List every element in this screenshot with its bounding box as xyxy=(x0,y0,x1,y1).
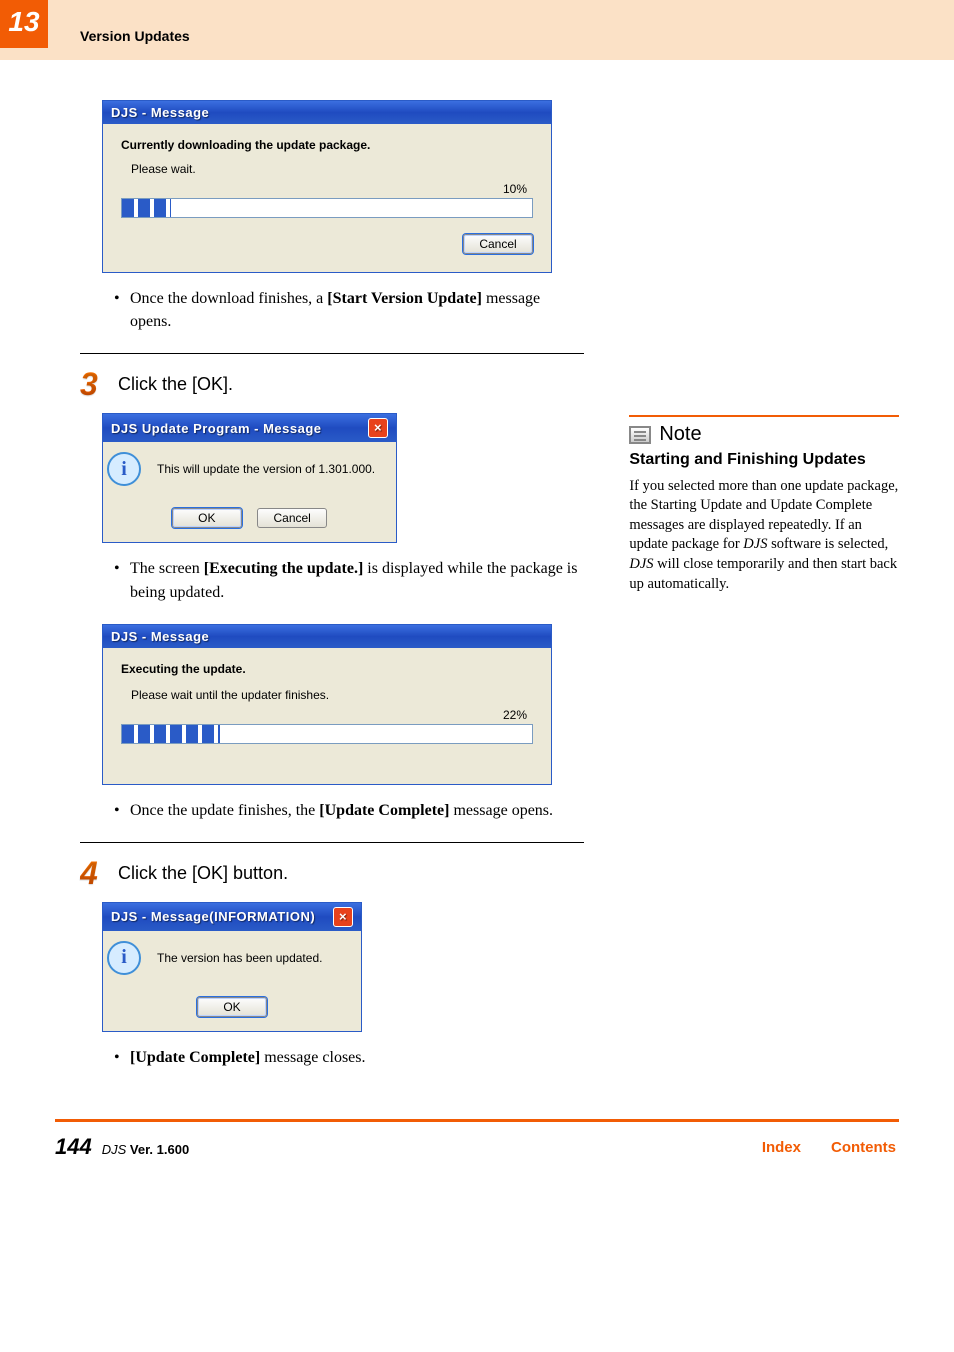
step-text: Click the [OK]. xyxy=(118,374,233,395)
bullet-item: Once the download finishes, a [Start Ver… xyxy=(114,287,584,333)
note-header: Note xyxy=(629,423,899,446)
bullet-item: Once the update finishes, the [Update Co… xyxy=(114,799,584,822)
info-icon: i xyxy=(107,941,141,975)
version-text: Ver. 1.600 xyxy=(130,1142,189,1157)
step-text: Click the [OK] button. xyxy=(118,863,288,884)
progress-bar xyxy=(121,198,533,218)
progress-fill xyxy=(122,199,171,217)
ok-button[interactable]: OK xyxy=(197,997,267,1017)
index-link[interactable]: Index xyxy=(762,1139,801,1156)
step-number: 3 xyxy=(80,366,108,403)
bullet-item: [Update Complete] message closes. xyxy=(114,1046,584,1069)
contents-link[interactable]: Contents xyxy=(831,1139,896,1156)
divider xyxy=(80,353,584,354)
step-3: 3 Click the [OK]. xyxy=(80,366,584,403)
dialog-heading: Executing the update. xyxy=(121,662,533,676)
dialog-titlebar: DJS Update Program - Message × xyxy=(103,414,396,442)
page-header: 13 Version Updates xyxy=(0,0,954,60)
text: The screen xyxy=(130,560,204,577)
download-progress-dialog: DJS - Message Currently downloading the … xyxy=(102,100,552,273)
dialog-titlebar: DJS - Message xyxy=(103,625,551,648)
text-bold: [Update Complete] xyxy=(130,1049,260,1066)
dialog-title: DJS - Message xyxy=(111,629,209,644)
note-icon xyxy=(629,426,651,444)
progress-bar xyxy=(121,724,533,744)
text-bold: [Start Version Update] xyxy=(327,290,482,307)
note-subheading: Starting and Finishing Updates xyxy=(629,450,899,471)
info-icon: i xyxy=(107,452,141,486)
text: software is selected, xyxy=(767,536,888,552)
step-number: 4 xyxy=(80,855,108,892)
product-name: DJS xyxy=(102,1142,127,1157)
cancel-button[interactable]: Cancel xyxy=(257,508,327,528)
dialog-message: This will update the version of 1.301.00… xyxy=(157,462,375,476)
cancel-button[interactable]: Cancel xyxy=(463,234,533,254)
dialog-heading: Currently downloading the update package… xyxy=(121,138,533,152)
note-label: Note xyxy=(659,423,701,446)
bullet-item: The screen [Executing the update.] is di… xyxy=(114,557,584,603)
text: message closes. xyxy=(260,1049,365,1066)
chapter-number-badge: 13 xyxy=(0,0,48,48)
dialog-text: Please wait until the updater finishes. xyxy=(131,688,533,702)
section-title: Version Updates xyxy=(80,28,190,44)
step-4: 4 Click the [OK] button. xyxy=(80,855,584,892)
dialog-message: The version has been updated. xyxy=(157,951,322,965)
close-icon[interactable]: × xyxy=(333,907,353,927)
dialog-title: DJS - Message(INFORMATION) xyxy=(111,909,315,924)
text-italic: DJS xyxy=(743,536,767,552)
text-italic: DJS xyxy=(629,556,653,572)
text: will close temporarily and then start ba… xyxy=(629,556,897,592)
text: Once the update finishes, the xyxy=(130,802,319,819)
dialog-titlebar: DJS - Message xyxy=(103,101,551,124)
text: Once the download finishes, a xyxy=(130,290,327,307)
dialog-title: DJS Update Program - Message xyxy=(111,421,322,436)
progress-percent: 10% xyxy=(121,182,533,196)
update-complete-dialog: DJS - Message(INFORMATION) × i The versi… xyxy=(102,902,362,1032)
page-footer: 144 DJS Ver. 1.600 Index Contents xyxy=(0,1122,954,1190)
progress-percent: 22% xyxy=(121,708,533,722)
note-divider xyxy=(629,415,899,417)
text-bold: [Update Complete] xyxy=(319,802,449,819)
page-number: 144 xyxy=(55,1134,92,1160)
dialog-titlebar: DJS - Message(INFORMATION) × xyxy=(103,903,361,931)
text-bold: [Executing the update.] xyxy=(204,560,364,577)
note-body: If you selected more than one update pac… xyxy=(629,477,899,594)
dialog-title: DJS - Message xyxy=(111,105,209,120)
update-confirm-dialog: DJS Update Program - Message × i This wi… xyxy=(102,413,397,543)
divider xyxy=(80,842,584,843)
ok-button[interactable]: OK xyxy=(172,508,242,528)
close-icon[interactable]: × xyxy=(368,418,388,438)
progress-fill xyxy=(122,725,220,743)
executing-update-dialog: DJS - Message Executing the update. Plea… xyxy=(102,624,552,785)
text: message opens. xyxy=(449,802,553,819)
dialog-text: Please wait. xyxy=(131,162,533,176)
